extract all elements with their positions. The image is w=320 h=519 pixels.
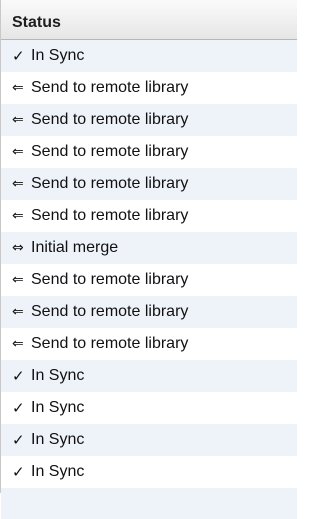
status-label: In Sync [31,463,85,480]
status-label: In Sync [31,431,85,448]
status-label: Initial merge [31,239,119,256]
status-label: Send to remote library [31,207,189,224]
status-row[interactable]: ⇔ Initial merge [1,232,297,264]
status-label: Send to remote library [31,79,189,96]
send-arrow-icon: ⇐ [12,144,24,160]
status-row[interactable]: ✓ In Sync [1,424,297,456]
status-label: In Sync [31,399,85,416]
status-label: Send to remote library [31,143,189,160]
send-arrow-icon: ⇐ [12,304,24,320]
check-icon: ✓ [12,463,25,481]
status-label: In Sync [31,47,85,64]
status-label: Send to remote library [31,111,189,128]
status-row[interactable]: ✓ In Sync [1,40,297,72]
status-label: Send to remote library [31,271,189,288]
check-icon: ✓ [12,367,25,385]
send-arrow-icon: ⇐ [12,112,24,128]
check-icon: ✓ [12,47,25,65]
status-column-header[interactable]: Status [1,0,297,40]
status-row[interactable]: ⇐ Send to remote library [1,72,297,104]
status-row[interactable]: ✓ In Sync [1,456,297,488]
status-row[interactable]: ⇐ Send to remote library [1,296,297,328]
status-label: Send to remote library [31,303,189,320]
send-arrow-icon: ⇐ [12,272,24,288]
send-arrow-icon: ⇐ [12,176,24,192]
status-label: Send to remote library [31,175,189,192]
status-row[interactable]: ✓ In Sync [1,392,297,424]
check-icon: ✓ [12,399,25,417]
status-list: ✓ In Sync ⇐ Send to remote library ⇐ Sen… [1,40,297,519]
check-icon: ✓ [12,431,25,449]
status-row[interactable]: ✓ In Sync [1,360,297,392]
status-column-panel: Status ✓ In Sync ⇐ Send to remote librar… [0,0,297,519]
status-label: Send to remote library [31,335,189,352]
send-arrow-icon: ⇐ [12,336,24,352]
status-row[interactable]: ⇐ Send to remote library [1,168,297,200]
status-row[interactable]: ⇐ Send to remote library [1,136,297,168]
status-label: In Sync [31,367,85,384]
status-row[interactable]: ⇐ Send to remote library [1,200,297,232]
status-row[interactable]: ⇐ Send to remote library [1,328,297,360]
status-row[interactable]: ⇐ Send to remote library [1,104,297,136]
merge-arrow-icon: ⇔ [12,240,24,256]
status-column-header-label: Status [12,14,61,31]
status-row[interactable]: ⇐ Send to remote library [1,264,297,296]
send-arrow-icon: ⇐ [12,208,24,224]
send-arrow-icon: ⇐ [12,80,24,96]
